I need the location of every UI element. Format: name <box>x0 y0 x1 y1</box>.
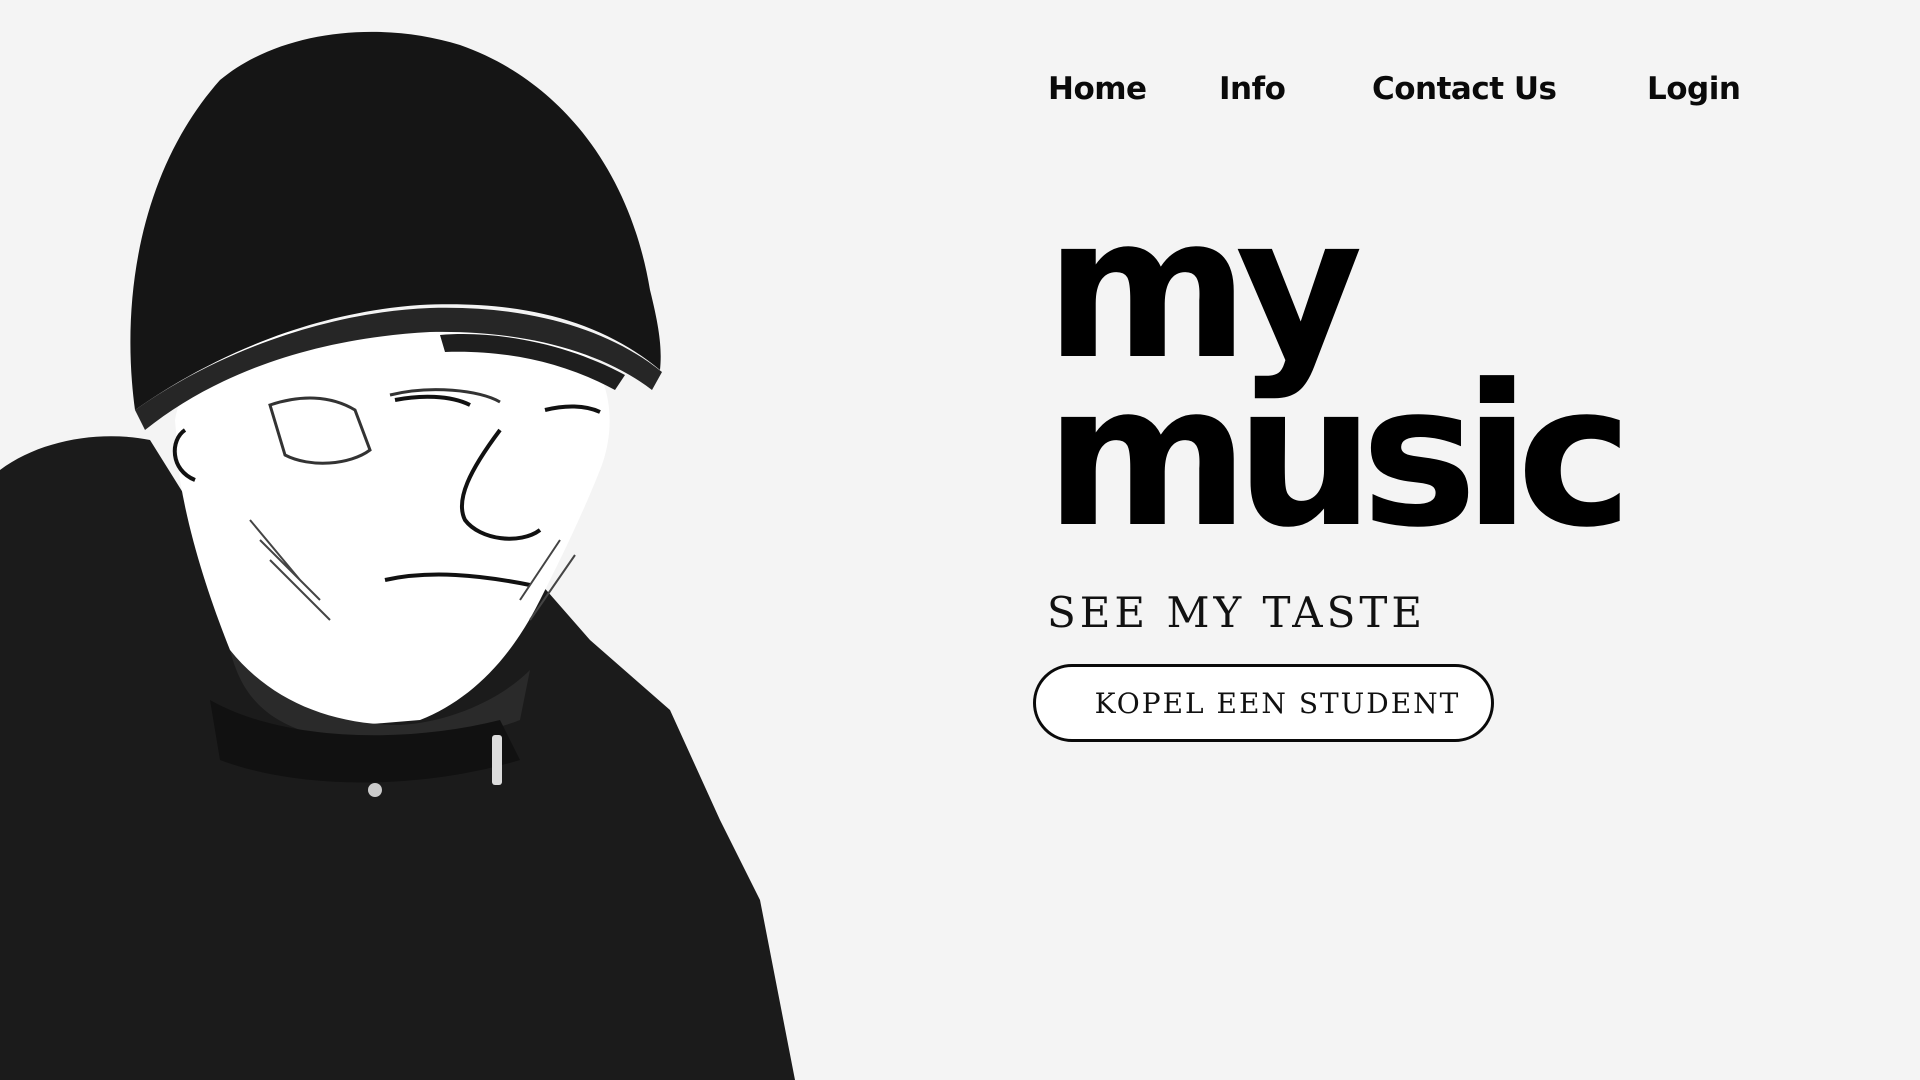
landing-page: Home Info Contact Us Login my music SEE … <box>0 0 1920 1080</box>
hero-title-line-2: music <box>1045 343 1633 571</box>
nav-info-link[interactable]: Info <box>1219 64 1286 114</box>
top-navigation: Home Info Contact Us Login <box>0 64 1920 114</box>
hero-illustration <box>0 0 800 1080</box>
hero-title: my music <box>1045 191 1633 571</box>
nav-contact-us-link[interactable]: Contact Us <box>1372 64 1557 114</box>
nav-login-link[interactable]: Login <box>1647 64 1741 114</box>
person-in-beanie-illustration <box>0 31 795 1080</box>
hero-tagline: SEE MY TASTE <box>1047 588 1427 637</box>
nav-home-link[interactable]: Home <box>1048 64 1147 114</box>
kopel-een-student-button[interactable]: KOPEL EEN STUDENT <box>1033 664 1494 742</box>
